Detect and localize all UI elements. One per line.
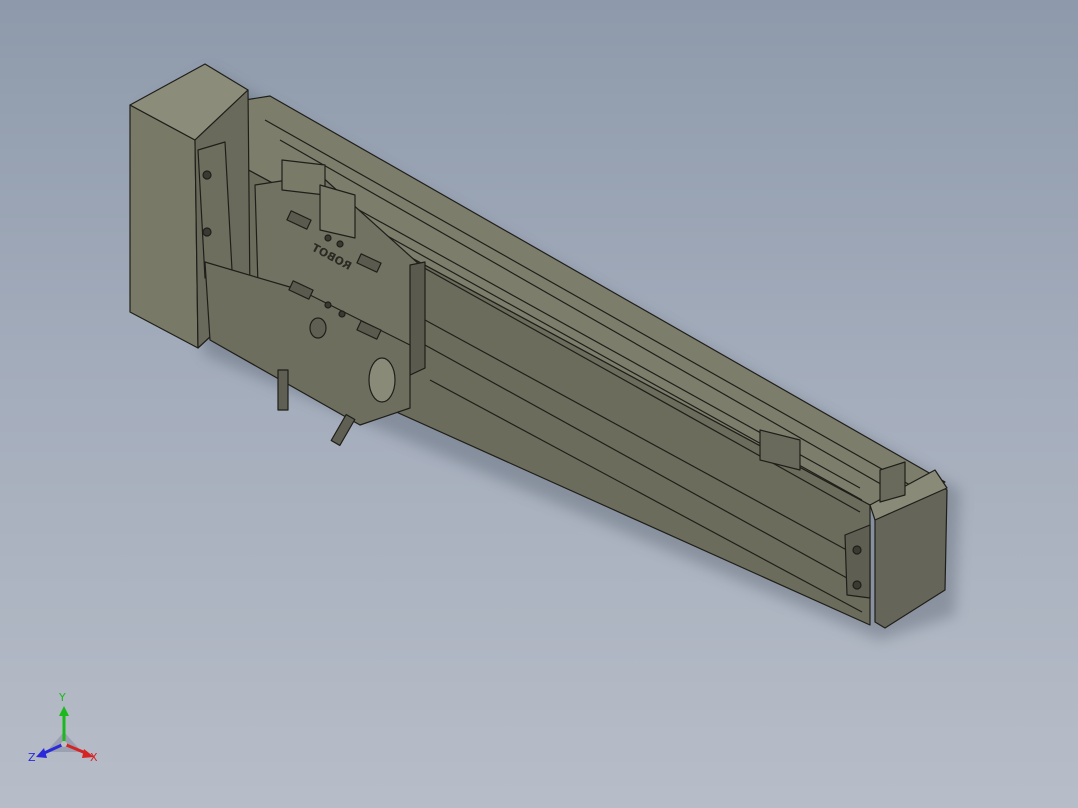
screw-hole xyxy=(324,234,332,242)
carriage-top-block xyxy=(281,159,326,196)
screw-hole xyxy=(324,301,332,309)
triad-origin xyxy=(61,741,67,747)
carriage-plate-edge xyxy=(409,261,426,376)
pneumatic-fitting xyxy=(330,413,356,447)
carriage-roller xyxy=(309,317,327,339)
screw-hole xyxy=(336,240,344,248)
triad-y-label: Y xyxy=(59,691,66,704)
screw-hole xyxy=(202,227,212,237)
triad-z-arrow xyxy=(36,748,47,758)
triad-y-arrow xyxy=(59,706,69,716)
screw-hole xyxy=(852,580,862,590)
orientation-triad[interactable]: Y X Z xyxy=(28,692,104,768)
screw-hole xyxy=(202,170,212,180)
motor-housing-front xyxy=(129,104,199,349)
triad-z-label: Z xyxy=(28,751,36,764)
triad-x-label: X xyxy=(90,751,98,764)
linear-actuator-model[interactable]: ROBOT xyxy=(0,0,1078,808)
screw-hole xyxy=(338,310,346,318)
pneumatic-fitting xyxy=(277,369,289,411)
carriage-top-block xyxy=(319,184,356,239)
cad-viewport[interactable]: ROBOT Y X Z xyxy=(0,0,1078,808)
screw-hole xyxy=(852,545,862,555)
carriage-roller xyxy=(368,357,396,403)
